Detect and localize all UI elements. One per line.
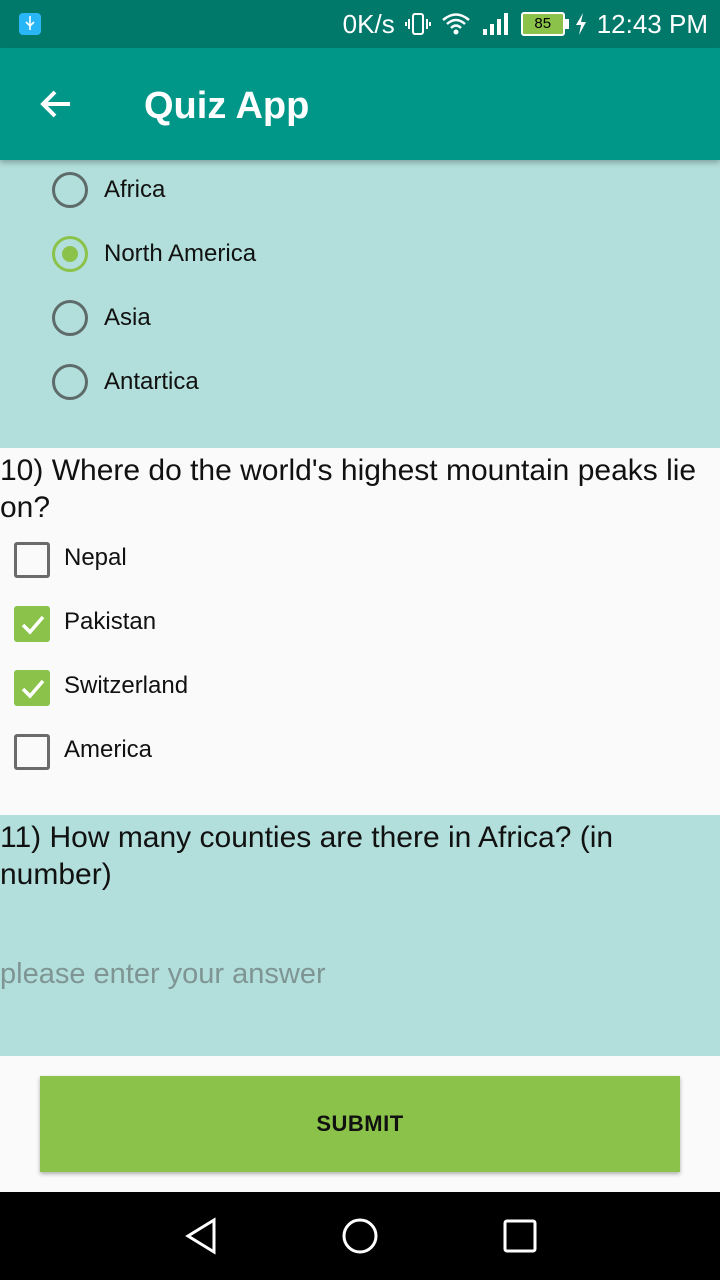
option-label: Africa — [104, 176, 166, 203]
question-11-text: 11) How many counties are there in Afric… — [0, 821, 614, 891]
status-bar: 0K/s 85 12:43 PM — [0, 0, 720, 48]
radio-button[interactable] — [52, 364, 88, 400]
check-icon — [21, 615, 45, 635]
checkbox-option-pakistan[interactable]: Pakistan — [0, 592, 720, 656]
radio-button[interactable] — [52, 300, 88, 336]
app-title: Quiz App — [144, 85, 310, 127]
checkbox[interactable] — [14, 542, 50, 578]
submit-button[interactable]: SUBMIT — [40, 1076, 680, 1172]
vibrate-icon — [404, 13, 431, 35]
radio-option-north-america[interactable]: North America — [0, 224, 720, 288]
question-11-card: 11) How many counties are there in Afric… — [0, 815, 720, 1056]
answer-input[interactable]: please enter your answer — [0, 958, 326, 991]
option-label: Switzerland — [64, 672, 189, 699]
question-10-text: 10) Where do the world's highest mountai… — [0, 454, 697, 524]
clock: 12:43 PM — [596, 8, 708, 39]
option-label: Asia — [104, 304, 151, 331]
charging-icon — [575, 13, 586, 35]
question-10-card: 10) Where do the world's highest mountai… — [0, 448, 720, 815]
option-label: North America — [104, 240, 257, 267]
back-arrow-icon[interactable] — [36, 84, 76, 124]
option-label: America — [64, 736, 153, 763]
checkbox-checked[interactable] — [14, 606, 50, 642]
wifi-icon — [441, 13, 470, 35]
question-9-card: Africa North America Asia Antartica — [0, 160, 720, 448]
radio-button[interactable] — [52, 172, 88, 208]
checkbox-option-america[interactable]: America — [0, 720, 720, 784]
radio-option-africa[interactable]: Africa — [0, 160, 720, 224]
radio-option-asia[interactable]: Asia — [0, 288, 720, 352]
checkbox[interactable] — [14, 734, 50, 770]
option-label: Antartica — [104, 368, 199, 395]
home-nav-icon[interactable] — [338, 1214, 382, 1258]
option-label: Pakistan — [64, 608, 157, 635]
back-nav-icon[interactable] — [180, 1214, 224, 1258]
recents-nav-icon[interactable] — [498, 1214, 542, 1258]
checkbox-option-nepal[interactable]: Nepal — [0, 528, 720, 592]
check-icon — [21, 679, 45, 699]
radio-button-checked[interactable] — [52, 236, 88, 272]
option-label: Nepal — [64, 544, 127, 571]
checkbox-option-switzerland[interactable]: Switzerland — [0, 656, 720, 720]
navigation-bar — [0, 1192, 720, 1280]
battery-icon: 85 — [520, 12, 569, 36]
net-speed: 0K/s — [342, 8, 395, 39]
radio-option-antartica[interactable]: Antartica — [0, 352, 720, 416]
status-right: 0K/s 85 12:43 PM — [343, 0, 708, 48]
app-bar: Quiz App — [0, 48, 720, 160]
usb-icon — [19, 13, 41, 35]
signal-icon — [482, 13, 508, 35]
checkbox-checked[interactable] — [14, 670, 50, 706]
